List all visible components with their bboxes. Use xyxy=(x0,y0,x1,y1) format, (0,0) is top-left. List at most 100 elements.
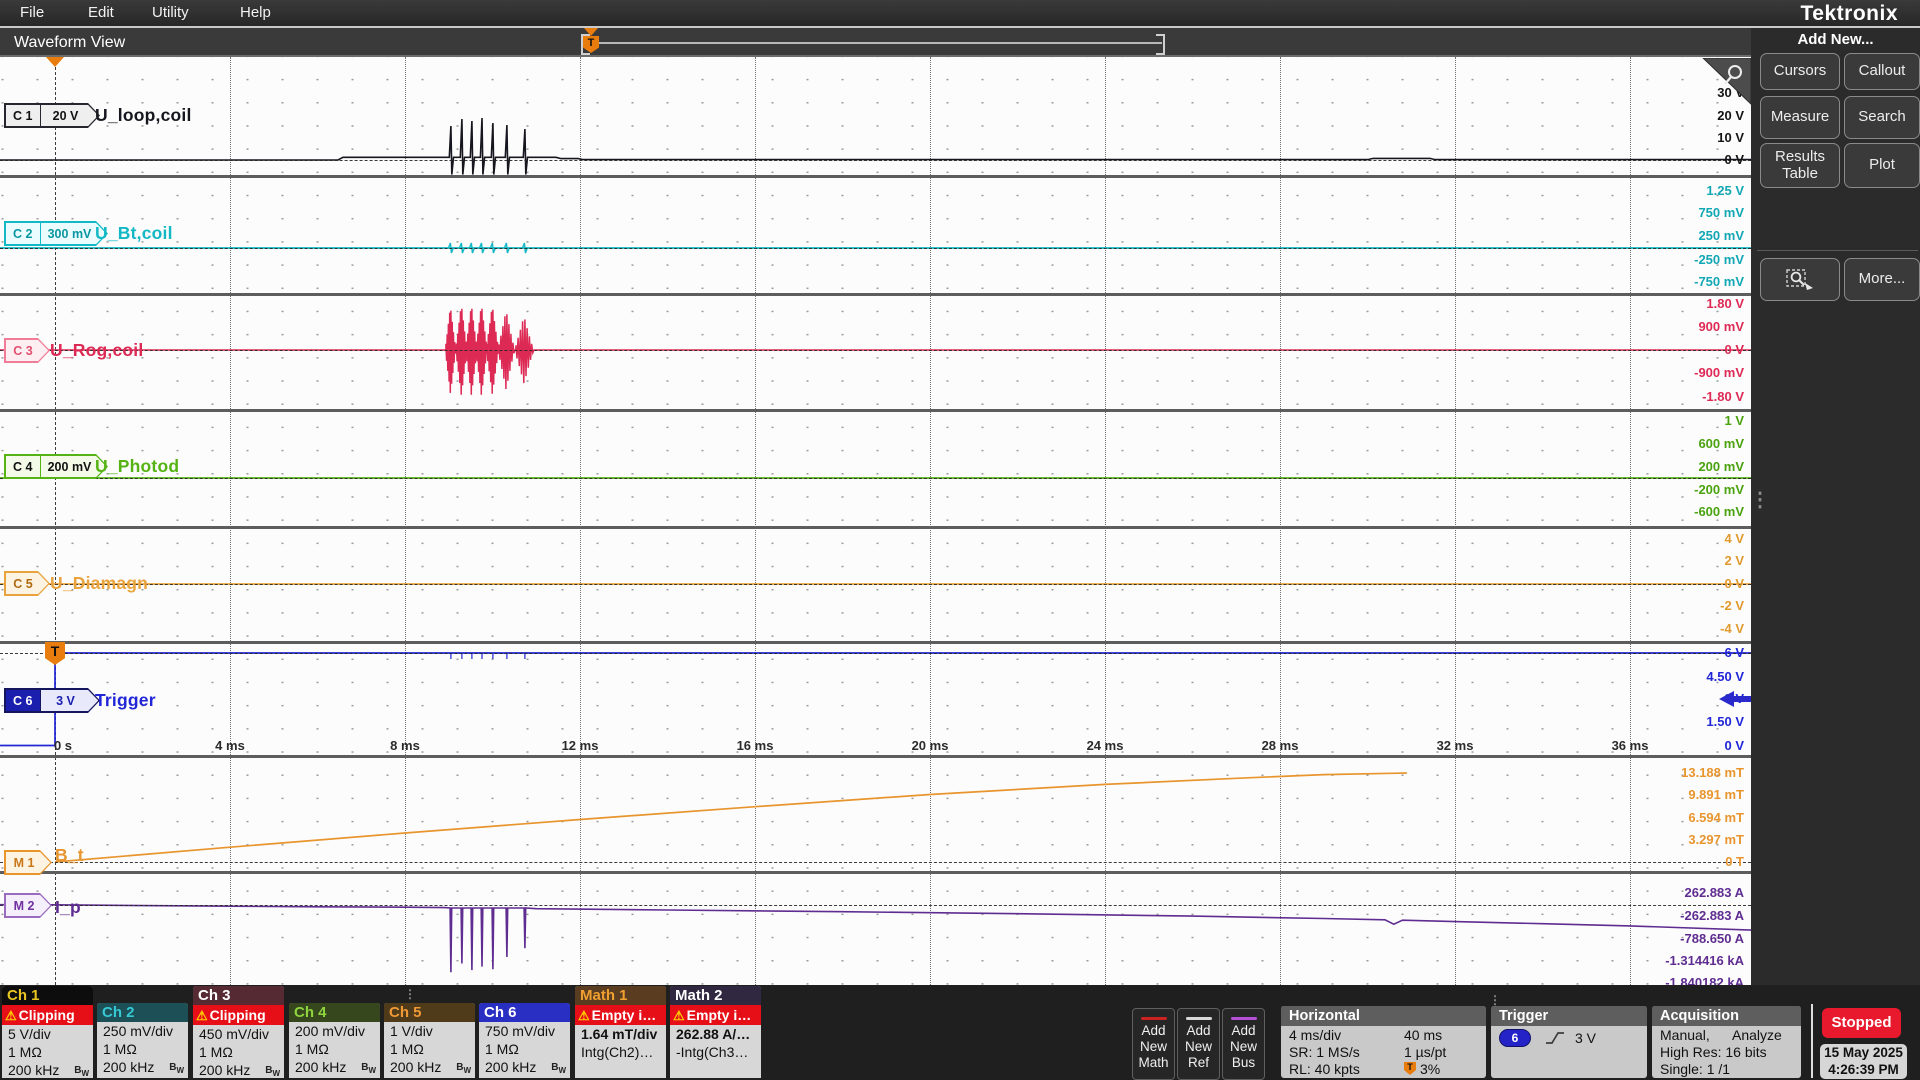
results-badge-ch2[interactable]: Ch 2250 mV/div1 MΩ200 kHzBW xyxy=(97,1003,188,1078)
acquisition-panel-title: Acquisition xyxy=(1652,1006,1801,1026)
side-button-cursors[interactable]: Cursors xyxy=(1760,53,1840,90)
trigger-position-top-icon xyxy=(46,57,64,67)
axis-label-m1: 13.188 mT xyxy=(0,765,1744,780)
menu-file[interactable]: File xyxy=(20,0,44,26)
horizontal-panel-title: Horizontal xyxy=(1281,1006,1486,1026)
axis-label-c6: 6 V xyxy=(0,645,1744,660)
warning-icon: ⚠ xyxy=(673,1008,685,1023)
waveform-view-title: Waveform View xyxy=(14,28,125,57)
results-badge-ch3[interactable]: Ch 3⚠Clipping450 mV/div1 MΩ200 kHzBW xyxy=(193,986,284,1078)
time-label: 0 s xyxy=(54,738,72,753)
side-button-plot[interactable]: Plot xyxy=(1844,143,1920,188)
run-stop-status[interactable]: Stopped xyxy=(1822,1008,1901,1038)
results-badge-math2[interactable]: Math 2⚠Empty i…262.88 A/…-Intg(Ch3… xyxy=(670,986,761,1078)
time-label: 4 ms xyxy=(215,738,245,753)
side-button-more[interactable]: More... xyxy=(1844,258,1920,301)
axis-label-c3: 900 mV xyxy=(0,319,1744,334)
menu-bar: File Edit Utility Help xyxy=(0,0,1920,26)
results-badge-ch5[interactable]: Ch 51 V/div1 MΩ200 kHzBW xyxy=(384,1003,475,1078)
channel-name-c2: U_Bt,coil xyxy=(95,221,173,246)
channel-badge-c4[interactable]: C 4200 mV xyxy=(4,454,108,479)
axis-label-c2: 250 mV xyxy=(0,228,1744,243)
results-badge-ch6[interactable]: Ch 6750 mV/div1 MΩ200 kHzBW xyxy=(479,1003,570,1078)
axis-label-c6: 1.50 V xyxy=(0,714,1744,729)
time-label: 36 ms xyxy=(1612,738,1649,753)
axis-label-c5: -4 V xyxy=(0,621,1744,636)
rising-edge-icon xyxy=(1545,1031,1565,1045)
axis-label-c1: 20 V xyxy=(0,108,1744,123)
time-label: 4:26:39 PM xyxy=(1820,1062,1907,1079)
badge-title: Ch 5 xyxy=(384,1003,475,1022)
time-label: 12 ms xyxy=(562,738,599,753)
waveform-view-tabbar: Waveform View T xyxy=(0,28,1751,57)
badge-id: C 2 xyxy=(6,223,41,245)
acquisition-panel[interactable]: Acquisition Manual, Analyze High Res: 16… xyxy=(1652,1006,1801,1078)
menu-edit[interactable]: Edit xyxy=(88,0,114,26)
axis-label-m1: 3.297 mT xyxy=(0,832,1744,847)
channel-name-c3: U_Rog,coil xyxy=(50,338,143,363)
results-bar-handle[interactable]: ⋮ xyxy=(1489,993,1501,1007)
zoom-select-button[interactable] xyxy=(1760,258,1840,301)
add-new-ref-button[interactable]: AddNewRef xyxy=(1177,1008,1220,1080)
trigger-level: 3 V xyxy=(1575,1030,1596,1046)
add-new-bus-button[interactable]: AddNewBus xyxy=(1222,1008,1265,1080)
badge-row: 200 kHzBW xyxy=(97,1058,188,1076)
record-trigger-arrow-icon xyxy=(584,28,598,36)
panel-resize-handle[interactable]: ⋮ xyxy=(1750,496,1770,505)
axis-label-c4: 600 mV xyxy=(0,436,1744,451)
side-button-results-table[interactable]: Results Table xyxy=(1760,143,1840,188)
results-badge-math1[interactable]: Math 1⚠Empty i…1.64 mT/divIntg(Ch2)… xyxy=(575,986,666,1078)
trigger-panel-title: Trigger xyxy=(1491,1006,1647,1026)
record-length: RL: 40 kpts xyxy=(1289,1061,1404,1077)
axis-label-c4: 1 V xyxy=(0,413,1744,428)
add-new-math-button[interactable]: AddNewMath xyxy=(1132,1008,1175,1080)
axis-label-m1: 0 T xyxy=(0,854,1744,869)
channel-badge-c1[interactable]: C 120 V xyxy=(4,103,100,128)
menu-help[interactable]: Help xyxy=(240,0,271,26)
side-button-search[interactable]: Search xyxy=(1844,96,1920,139)
results-badge-ch4[interactable]: Ch 4200 mV/div1 MΩ200 kHzBW xyxy=(289,1003,380,1078)
results-bar-handle[interactable]: ⋮ xyxy=(404,987,416,1001)
badge-row: 200 kHzBW xyxy=(289,1058,380,1076)
axis-label-c6: 0 V xyxy=(0,738,1744,753)
time-label: 28 ms xyxy=(1262,738,1299,753)
zero-reference-line xyxy=(0,248,1751,249)
axis-label-m2: -262.883 A xyxy=(0,908,1744,923)
warning-text: Empty i… xyxy=(592,1007,657,1023)
trigger-panel[interactable]: Trigger 6 3 V xyxy=(1491,1006,1647,1078)
horizontal-panel[interactable]: Horizontal 4 ms/div 40 ms SR: 1 MS/s 1 µ… xyxy=(1281,1006,1486,1078)
time-label: 20 ms xyxy=(912,738,949,753)
channel-badge-c2[interactable]: C 2300 mV xyxy=(4,221,108,246)
acquisition-detail: High Res: 16 bits xyxy=(1660,1044,1767,1060)
draw-a-box-zoom-button[interactable] xyxy=(1699,58,1751,108)
axis-label-c6: 4.50 V xyxy=(0,669,1744,684)
axis-label-c5: -2 V xyxy=(0,598,1744,613)
record-view-bar[interactable] xyxy=(590,42,1162,44)
badge-id: C 5 xyxy=(6,573,49,595)
warning-icon: ⚠ xyxy=(196,1008,208,1023)
badge-row: 250 mV/div xyxy=(97,1022,188,1040)
clipping-warning: ⚠Empty i… xyxy=(575,1005,666,1025)
channel-name-c4: U_Photod xyxy=(95,454,179,479)
axis-label-m1: 9.891 mT xyxy=(0,787,1744,802)
results-badge-ch1[interactable]: Ch 1⚠Clipping5 V/div1 MΩ200 kHzBW xyxy=(2,986,93,1078)
badge-row: 1 MΩ xyxy=(97,1040,188,1058)
axis-label-c4: -200 mV xyxy=(0,482,1744,497)
side-button-callout[interactable]: Callout xyxy=(1844,53,1920,90)
trigger-source-badge: 6 xyxy=(1499,1029,1531,1047)
axis-label-c2: -250 mV xyxy=(0,252,1744,267)
time-label: 8 ms xyxy=(390,738,420,753)
slice-separator xyxy=(0,641,1751,644)
axis-label-c2: 1.25 V xyxy=(0,183,1744,198)
bandwidth-limit-icon: BW xyxy=(74,1062,89,1078)
axis-label-c1: 0 V xyxy=(0,152,1744,167)
horizontal-scale: 4 ms/div xyxy=(1289,1027,1404,1043)
warning-text: Clipping xyxy=(210,1007,266,1023)
zoom-select-icon xyxy=(1785,267,1815,293)
bandwidth-limit-icon: BW xyxy=(169,1059,184,1078)
badge-id: M 1 xyxy=(6,852,51,874)
side-button-measure[interactable]: Measure xyxy=(1760,96,1840,139)
trigger-level-arrow[interactable] xyxy=(1719,689,1751,709)
menu-utility[interactable]: Utility xyxy=(152,0,189,26)
channel-badge-c6[interactable]: C 63 V xyxy=(4,688,100,713)
